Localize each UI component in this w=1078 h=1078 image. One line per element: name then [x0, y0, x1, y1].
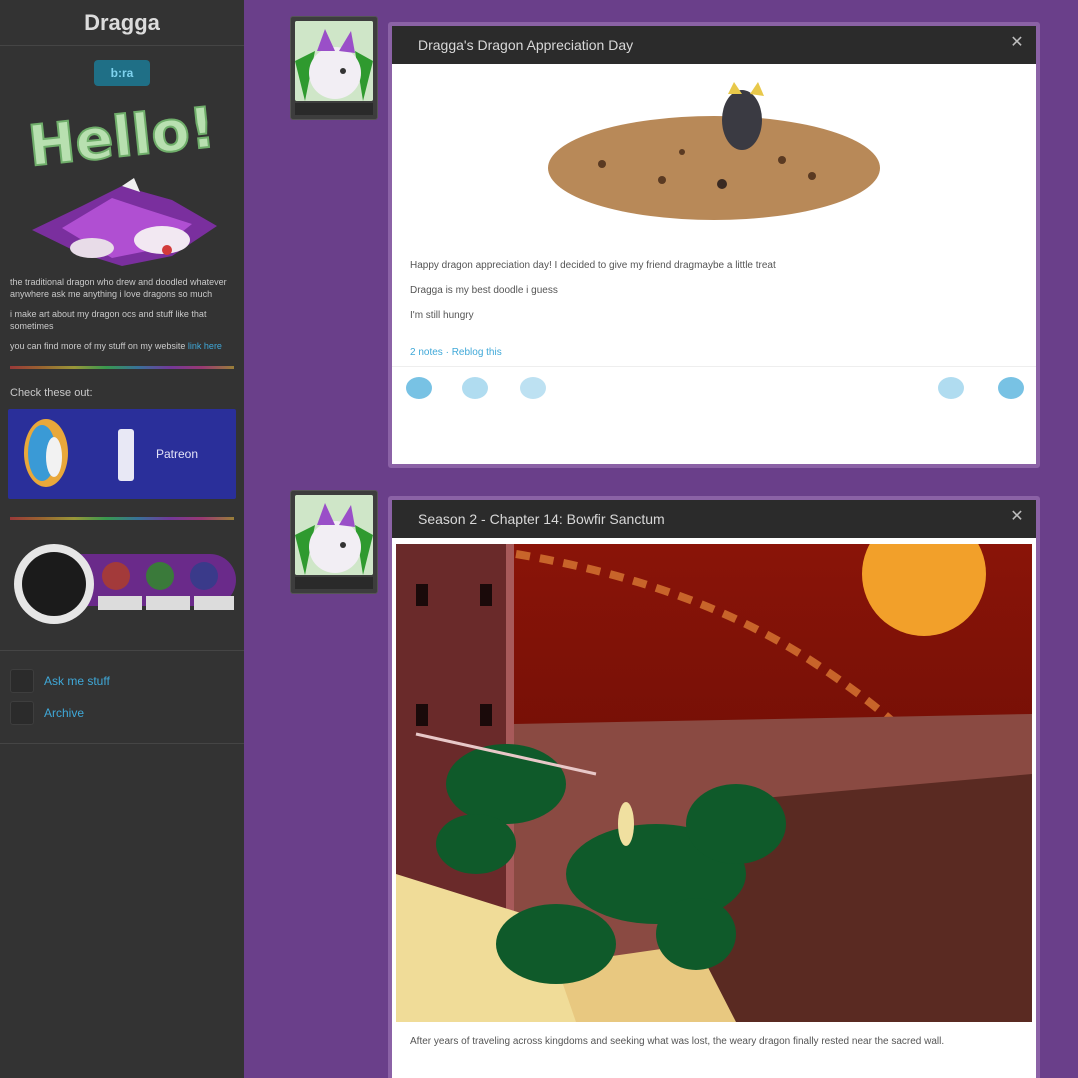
post-header: Season 2 - Chapter 14: Bowfir Sanctum ✕: [392, 500, 1036, 538]
about-line: i make art about my dragon ocs and stuff…: [10, 309, 207, 331]
sidebar-item-label: Archive: [44, 706, 85, 720]
banner-label: Patreon: [156, 447, 199, 461]
post-card: Season 2 - Chapter 14: Bowfir Sanctum ✕: [388, 496, 1040, 1078]
comment-icon[interactable]: [462, 377, 488, 399]
reblog-icon[interactable]: [406, 377, 432, 399]
blog-title[interactable]: Dragga: [0, 0, 244, 46]
sidebar: Dragga b:ra Hello! the traditional drago…: [0, 0, 244, 1078]
post-actions: [392, 366, 1036, 412]
post-image: [392, 64, 1036, 234]
divider: [10, 517, 234, 520]
post-text: I'm still hungry: [410, 310, 474, 321]
close-icon[interactable]: ✕: [1008, 34, 1026, 52]
post-title[interactable]: Season 2 - Chapter 14: Bowfir Sanctum: [418, 511, 665, 527]
about-line: you can find more of my stuff on my webs…: [10, 341, 222, 351]
post-image: [396, 544, 1032, 1022]
post-body: After years of traveling across kingdoms…: [392, 1036, 1036, 1047]
post-text: Dragga is my best doodle i guess: [410, 285, 558, 296]
mail-icon: [10, 669, 34, 693]
subhead: Check these out:: [10, 387, 93, 399]
sidebar-item-archive[interactable]: Archive: [10, 697, 234, 729]
post-body: Happy dragon appreciation day! I decided…: [392, 260, 1036, 358]
hello-graphic: Hello!: [22, 94, 222, 180]
divider: [10, 366, 234, 369]
about-text: the traditional dragon who drew and dood…: [0, 276, 244, 352]
post-card: Dragga's Dragon Appreciation Day ✕ Happy…: [388, 22, 1040, 468]
post-title[interactable]: Dragga's Dragon Appreciation Day: [418, 37, 633, 53]
dragon-art: [22, 178, 222, 268]
sidebar-item-ask[interactable]: Ask me stuff: [10, 665, 234, 697]
sidebar-links: Ask me stuff Archive: [0, 651, 244, 744]
archive-icon: [10, 701, 34, 725]
badge: b:ra: [94, 60, 150, 86]
like-icon[interactable]: [520, 377, 546, 399]
post-text: Happy dragon appreciation day! I decided…: [410, 260, 776, 271]
website-link[interactable]: link here: [188, 341, 222, 351]
notes-link[interactable]: 2 notes · Reblog this: [392, 347, 1036, 358]
post-header: Dragga's Dragon Appreciation Day ✕: [392, 26, 1036, 64]
sidebar-item-label: Ask me stuff: [44, 674, 110, 688]
avatar[interactable]: [290, 490, 378, 594]
hello-text: Hello!: [25, 96, 218, 168]
about-line: the traditional dragon who drew and dood…: [10, 277, 227, 299]
close-icon[interactable]: ✕: [1008, 508, 1026, 526]
menu-icon[interactable]: [998, 377, 1024, 399]
share-icon[interactable]: [938, 377, 964, 399]
post-text: After years of traveling across kingdoms…: [410, 1036, 945, 1047]
patreon-banner[interactable]: Patreon: [8, 409, 236, 499]
circle-banner[interactable]: [6, 542, 238, 628]
avatar[interactable]: [290, 16, 378, 120]
